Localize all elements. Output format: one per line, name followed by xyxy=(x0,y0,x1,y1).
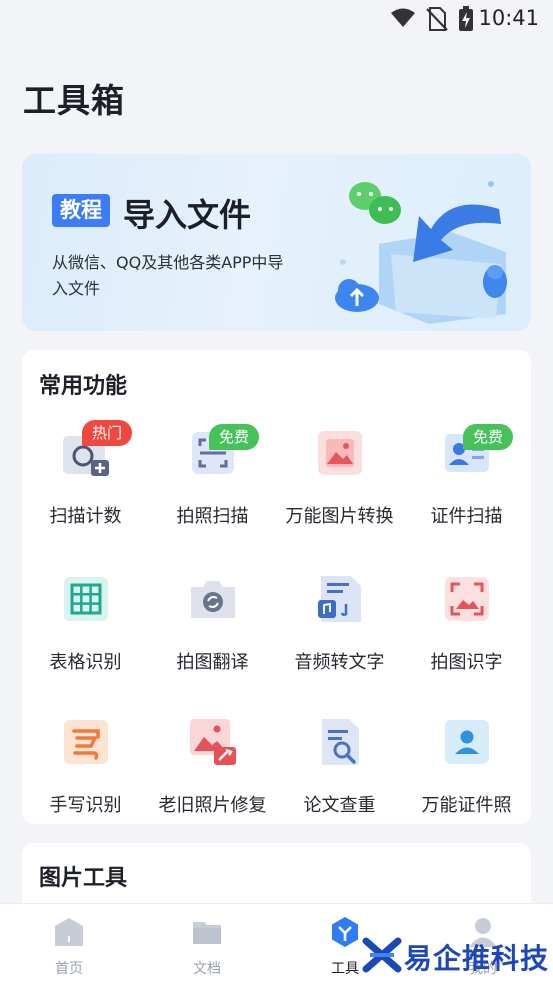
feature-photo-ocr[interactable]: 拍图识字 xyxy=(403,574,530,694)
feature-scan-count[interactable]: 热门 扫描计数 xyxy=(22,420,149,548)
paper-check-icon xyxy=(322,719,359,765)
banner-description: 从微信、QQ及其他各类APP中导入文件 xyxy=(52,253,284,298)
free-badge: 免费 xyxy=(463,424,514,450)
tools-icon xyxy=(332,917,358,947)
image-tools-title: 图片工具 xyxy=(39,866,128,891)
import-file-banner[interactable]: 教程 导入文件 从微信、QQ及其他各类APP中导入文件 xyxy=(22,154,531,331)
feature-label: 万能证件照 xyxy=(421,795,512,816)
photo-repair-icon xyxy=(190,719,236,765)
status-bar: 10:41 xyxy=(0,0,553,40)
wifi-icon xyxy=(391,8,415,27)
feature-label: 万能图片转换 xyxy=(285,506,394,527)
table-recognize-icon xyxy=(64,577,108,621)
feature-id-scan[interactable]: 免费 证件扫描 xyxy=(403,424,530,548)
cloud-upload-icon xyxy=(335,279,379,312)
nav-label: 文档 xyxy=(193,961,221,977)
no-sim-icon xyxy=(426,7,448,31)
nav-home[interactable]: 首页 xyxy=(0,904,138,984)
watermark-logo-icon xyxy=(362,937,402,973)
feature-label: 表格识别 xyxy=(49,652,122,673)
feature-photo-translate[interactable]: 拍图翻译 xyxy=(149,574,276,694)
common-features-card: 常用功能 热门 扫描计数 免费 拍照扫描 万能图片转换 免费 证件扫描 表格识别… xyxy=(22,350,531,824)
status-time: 10:41 xyxy=(478,6,539,30)
home-icon xyxy=(55,918,83,946)
feature-label: 证件扫描 xyxy=(430,506,503,527)
feature-handwriting[interactable]: 手写识别 xyxy=(22,717,149,837)
feature-id-photo[interactable]: 万能证件照 xyxy=(403,717,530,837)
page-title: 工具箱 xyxy=(23,81,125,120)
handwriting-icon xyxy=(64,720,108,764)
feature-photo-scan[interactable]: 免费 拍照扫描 xyxy=(149,424,276,548)
feature-label: 扫描计数 xyxy=(49,506,122,527)
feature-label: 拍图识字 xyxy=(430,652,503,673)
wechat-icon xyxy=(349,182,401,224)
hot-badge: 热门 xyxy=(82,420,133,446)
feature-label: 音频转文字 xyxy=(294,652,385,673)
feature-label: 手写识别 xyxy=(49,795,122,816)
feature-paper-check[interactable]: 论文查重 xyxy=(276,717,403,837)
image-convert-icon xyxy=(318,431,362,475)
photo-translate-icon xyxy=(191,581,235,618)
battery-charging-icon xyxy=(459,6,473,31)
audio-to-text-icon xyxy=(318,576,361,622)
nav-documents[interactable]: 文档 xyxy=(138,904,276,984)
feature-image-convert[interactable]: 万能图片转换 xyxy=(276,428,403,548)
feature-photo-repair[interactable]: 老旧照片修复 xyxy=(149,717,276,837)
photo-ocr-icon xyxy=(445,577,489,621)
feature-label: 论文查重 xyxy=(303,795,376,816)
feature-table-recognize[interactable]: 表格识别 xyxy=(22,574,149,694)
feature-label: 拍照扫描 xyxy=(176,506,249,527)
banner-tag: 教程 xyxy=(52,194,110,227)
watermark-text: 易企推科技 xyxy=(404,942,550,975)
nav-label: 首页 xyxy=(55,961,83,977)
feature-audio-to-text[interactable]: 音频转文字 xyxy=(276,574,403,694)
banner-title: 导入文件 xyxy=(123,196,252,234)
common-features-title: 常用功能 xyxy=(39,374,128,399)
free-badge: 免费 xyxy=(209,424,260,450)
id-photo-icon xyxy=(445,720,489,764)
feature-label: 老旧照片修复 xyxy=(158,795,267,816)
feature-label: 拍图翻译 xyxy=(176,652,249,673)
banner-illustration xyxy=(335,181,507,324)
folder-icon xyxy=(193,922,221,944)
